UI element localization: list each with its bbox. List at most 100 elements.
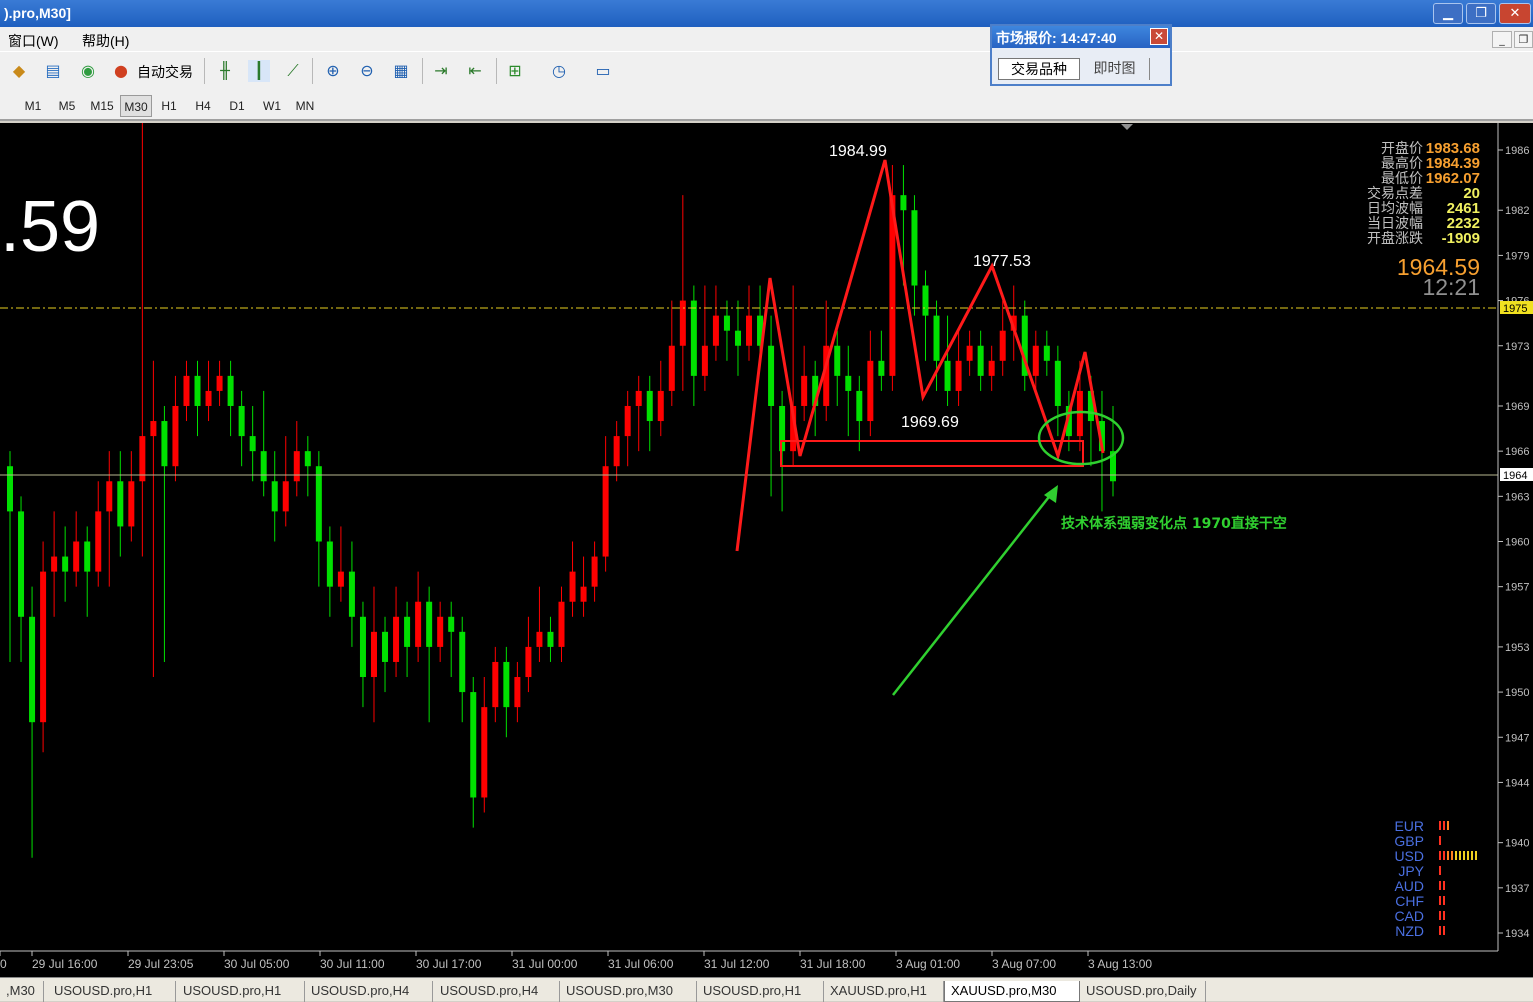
symbol-tab[interactable]: USOUSD.pro,H4 bbox=[434, 981, 560, 1002]
price-tick-label: 1944 bbox=[1505, 777, 1529, 789]
symbol-tab[interactable]: XAUUSD.pro,M30 bbox=[944, 981, 1080, 1002]
candle-body bbox=[448, 616, 455, 632]
price-tick-label: 1973 bbox=[1505, 341, 1529, 353]
timeframe-mn[interactable]: MN bbox=[290, 95, 320, 117]
toolbar-separator bbox=[422, 58, 423, 84]
candle-body bbox=[856, 390, 863, 422]
candle-body bbox=[40, 571, 47, 723]
candle-body bbox=[569, 571, 576, 602]
tile-windows-icon[interactable]: ▦ bbox=[390, 60, 412, 82]
strength-bar bbox=[1439, 836, 1441, 845]
strength-bar bbox=[1463, 851, 1465, 860]
candle-body bbox=[591, 556, 598, 587]
new-order-icon[interactable]: ◆ bbox=[8, 60, 30, 82]
timeframe-m15[interactable]: M15 bbox=[86, 95, 118, 117]
time-tick-label: 30 Jul 11:00 bbox=[320, 957, 385, 971]
candle-body bbox=[492, 661, 499, 708]
auto-trade-icon[interactable]: ● bbox=[110, 60, 132, 82]
timeframe-h1[interactable]: H1 bbox=[154, 95, 184, 117]
candle-body bbox=[260, 451, 267, 482]
toolbar-separator bbox=[204, 58, 205, 84]
auto-trade-button[interactable]: 自动交易 bbox=[137, 62, 193, 82]
tab-tick-chart[interactable]: 即时图 bbox=[1080, 58, 1150, 80]
candle-body bbox=[161, 421, 168, 467]
minimize-button[interactable]: ▁ bbox=[1433, 3, 1463, 24]
info-label: 开盘价 bbox=[1381, 140, 1423, 157]
price-chart[interactable]: 1986198219791976197319691966196319601957… bbox=[0, 104, 1533, 977]
price-tick-label: 1934 bbox=[1505, 928, 1529, 940]
info-label: 最高价 bbox=[1381, 155, 1423, 172]
timeframe-h4[interactable]: H4 bbox=[188, 95, 218, 117]
candle-body bbox=[944, 360, 951, 391]
candle-body bbox=[271, 481, 278, 512]
templates-icon[interactable]: ▭ bbox=[592, 60, 614, 82]
expert-icon[interactable]: ◉ bbox=[77, 60, 99, 82]
chart-shift-icon[interactable]: ⇤ bbox=[464, 60, 486, 82]
symbol-tab[interactable]: USOUSD.pro,H1 bbox=[177, 981, 305, 1002]
tab-symbols[interactable]: 交易品种 bbox=[998, 58, 1080, 80]
candle-body bbox=[194, 375, 201, 406]
symbol-tab[interactable]: USOUSD.pro,H1 bbox=[48, 981, 176, 1002]
symbol-tabs-bar: ,M30 USOUSD.pro,H1 USOUSD.pro,H1 USOUSD.pro… bbox=[0, 977, 1533, 1002]
market-watch-close-button[interactable]: ✕ bbox=[1150, 28, 1168, 45]
strength-bar bbox=[1455, 851, 1457, 860]
candle-body bbox=[106, 481, 113, 512]
symbol-tab[interactable]: ,M30 bbox=[0, 981, 44, 1002]
candle-body bbox=[437, 616, 444, 647]
candle-body bbox=[426, 601, 433, 647]
auto-scroll-icon[interactable]: ⇥ bbox=[430, 60, 452, 82]
price-tick-label: 1940 bbox=[1505, 838, 1529, 850]
timeframe-m5[interactable]: M5 bbox=[52, 95, 82, 117]
candle-body bbox=[315, 466, 322, 542]
chart-shift-marker bbox=[1121, 124, 1133, 130]
candle-body bbox=[613, 436, 620, 467]
market-watch-title: 市场报价: 14:47:40 bbox=[996, 30, 1117, 46]
candle-body bbox=[602, 466, 609, 557]
symbol-tab[interactable]: USOUSD.pro,H1 bbox=[697, 981, 824, 1002]
time-tick-label: 0 bbox=[0, 957, 7, 971]
candle-body bbox=[690, 300, 697, 376]
zoom-in-icon[interactable]: ⊕ bbox=[322, 60, 344, 82]
market-watch-header: 市场报价: 14:47:40 ✕ bbox=[992, 26, 1170, 48]
strength-bar bbox=[1443, 881, 1445, 890]
indicators-icon[interactable]: ⊞ bbox=[504, 60, 526, 82]
candle-body bbox=[558, 601, 565, 647]
close-button[interactable]: ✕ bbox=[1499, 3, 1531, 24]
timeframe-m1[interactable]: M1 bbox=[18, 95, 48, 117]
candle-body bbox=[304, 451, 311, 467]
candle-body bbox=[293, 451, 300, 482]
symbol-tab[interactable]: USOUSD.pro,H4 bbox=[305, 981, 433, 1002]
candle-body bbox=[1032, 345, 1039, 376]
symbol-tab[interactable]: USOUSD.pro,Daily bbox=[1080, 981, 1206, 1002]
menu-help[interactable]: 帮助(H) bbox=[82, 31, 129, 51]
mdi-minimize-button[interactable]: _ bbox=[1492, 31, 1512, 48]
strength-bar bbox=[1439, 881, 1441, 890]
candlestick-chart-icon[interactable]: ┃ bbox=[248, 60, 270, 82]
candle-body bbox=[580, 586, 587, 602]
price-tick-label: 1947 bbox=[1505, 732, 1529, 744]
periods-icon[interactable]: ◷ bbox=[548, 60, 570, 82]
currency-code: USD bbox=[1394, 848, 1424, 864]
bar-chart-icon[interactable]: ╫ bbox=[214, 60, 236, 82]
toolbar: ◆ ▤ ◉ ● 自动交易 ╫ ┃ ⟋ ⊕ ⊖ ▦ ⇥ ⇤ ⊞ ◷ ▭ bbox=[0, 51, 1533, 89]
strength-bar bbox=[1447, 851, 1449, 860]
candle-body bbox=[73, 541, 80, 572]
info-label: 开盘涨跌 bbox=[1367, 230, 1423, 247]
currency-code: AUD bbox=[1394, 878, 1424, 894]
symbol-tab[interactable]: XAUUSD.pro,H1 bbox=[824, 981, 944, 1002]
history-center-icon[interactable]: ▤ bbox=[42, 60, 64, 82]
strength-bar bbox=[1443, 926, 1445, 935]
zoom-out-icon[interactable]: ⊖ bbox=[356, 60, 378, 82]
price-tick-label: 1979 bbox=[1505, 250, 1529, 262]
mdi-restore-button[interactable]: ❐ bbox=[1514, 31, 1533, 48]
timeframe-d1[interactable]: D1 bbox=[222, 95, 252, 117]
time-tick-label: 3 Aug 07:00 bbox=[992, 957, 1056, 971]
symbol-tab[interactable]: USOUSD.pro,M30 bbox=[560, 981, 697, 1002]
candle-body bbox=[18, 511, 25, 617]
line-chart-icon[interactable]: ⟋ bbox=[282, 60, 304, 82]
timeframe-m30[interactable]: M30 bbox=[120, 95, 152, 117]
menu-window[interactable]: 窗口(W) bbox=[8, 31, 59, 51]
strength-bar bbox=[1439, 866, 1441, 875]
timeframe-w1[interactable]: W1 bbox=[257, 95, 287, 117]
maximize-button[interactable]: ❐ bbox=[1466, 3, 1496, 24]
